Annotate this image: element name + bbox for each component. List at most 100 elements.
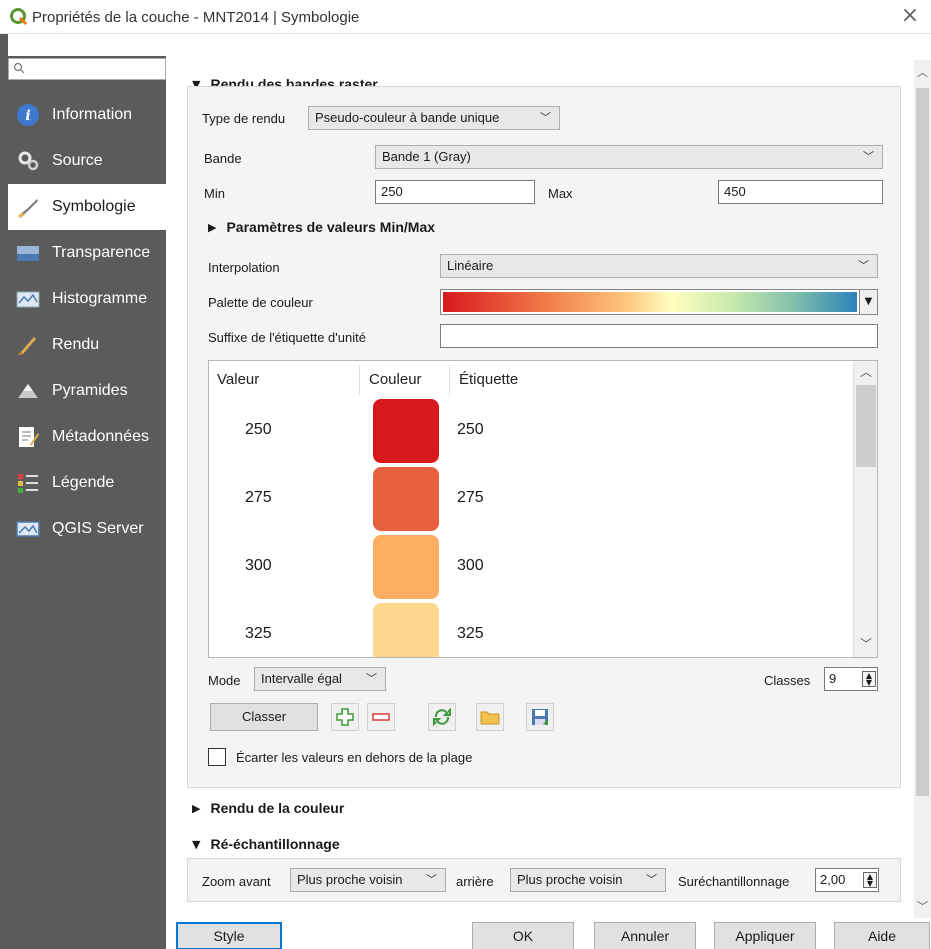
render-type-select[interactable]: Pseudo-couleur à bande unique ﹀	[308, 106, 560, 130]
invert-colors-button[interactable]	[428, 703, 456, 731]
sidebar-item-rendu[interactable]: Rendu	[8, 322, 166, 368]
style-button[interactable]: Style	[176, 922, 282, 949]
cell-color-swatch[interactable]	[373, 467, 439, 531]
source-icon	[18, 151, 39, 171]
cell-value[interactable]: 325	[245, 625, 272, 643]
sidebar-item-information[interactable]: i Information	[8, 92, 166, 138]
section-resampling-header[interactable]: ▼ Ré-échantillonnage	[192, 836, 340, 852]
expand-triangle-icon: ▶	[192, 801, 201, 815]
band-select[interactable]: Bande 1 (Gray) ﹀	[375, 145, 883, 169]
sidebar-item-symbologie[interactable]: Symbologie	[8, 184, 166, 230]
sidebar-item-metadonnees[interactable]: Métadonnées	[8, 414, 166, 460]
refresh-arrows-icon	[433, 708, 451, 726]
mode-select[interactable]: Intervalle égal ﹀	[254, 667, 386, 691]
cell-color-swatch[interactable]	[373, 603, 439, 657]
apply-button[interactable]: Appliquer	[714, 922, 816, 949]
scroll-up-icon[interactable]: ︿	[914, 64, 931, 80]
sidebar-item-label: Pyramides	[52, 382, 128, 399]
dropdown-arrow-icon[interactable]: ▼	[859, 290, 877, 314]
add-class-button[interactable]	[331, 703, 359, 731]
cancel-button[interactable]: Annuler	[594, 922, 696, 949]
close-icon[interactable]: ×	[897, 4, 923, 30]
chevron-down-icon: ﹀	[863, 150, 874, 163]
column-header-value[interactable]: Valeur	[217, 371, 259, 388]
chevron-down-icon: ﹀	[366, 672, 377, 685]
cell-color-swatch[interactable]	[373, 399, 439, 463]
interpolation-select[interactable]: Linéaire ﹀	[440, 254, 878, 278]
cell-value[interactable]: 250	[245, 421, 272, 439]
cell-label[interactable]: 250	[457, 421, 484, 439]
section-color-rendering-header[interactable]: ▶ Rendu de la couleur	[192, 800, 344, 816]
section-title: Ré-échantillonnage	[210, 836, 340, 852]
column-divider	[449, 365, 450, 395]
column-header-label[interactable]: Étiquette	[459, 371, 518, 388]
classes-label: Classes	[764, 673, 811, 688]
sidebar-item-label: Information	[52, 106, 133, 123]
save-colormap-button[interactable]	[526, 703, 554, 731]
cell-label[interactable]: 325	[457, 625, 484, 643]
properties-scrollbar[interactable]: ︿ ﹀	[914, 60, 931, 918]
load-colormap-button[interactable]	[476, 703, 504, 731]
cell-color-swatch[interactable]	[373, 535, 439, 599]
sidebar-item-label: Légende	[52, 474, 115, 491]
min-input[interactable]: 250	[375, 180, 535, 204]
sidebar-item-label: Transparence	[52, 244, 151, 261]
svg-text:i: i	[25, 108, 30, 124]
spin-arrows-icon[interactable]: ▲ ▼	[862, 671, 876, 687]
table-row[interactable]: 300 300	[209, 535, 853, 603]
minmax-params-header[interactable]: ▶ Paramètres de valeurs Min/Max	[208, 219, 435, 235]
table-row[interactable]: 325 325	[209, 603, 853, 657]
mode-label: Mode	[208, 673, 241, 688]
band-value: Bande 1 (Gray)	[382, 149, 471, 164]
scrollbar-thumb[interactable]	[856, 385, 876, 467]
cell-value[interactable]: 300	[245, 557, 272, 575]
max-input[interactable]: 450	[718, 180, 883, 204]
render-icon	[18, 337, 36, 355]
section-title: Paramètres de valeurs Min/Max	[226, 219, 436, 235]
column-header-color[interactable]: Couleur	[369, 371, 422, 388]
unit-suffix-input[interactable]	[440, 324, 878, 348]
expand-triangle-icon: ▶	[208, 220, 217, 234]
chevron-down-icon: ﹀	[858, 259, 869, 272]
oversampling-spinbox[interactable]: 2,00 ▲ ▼	[815, 868, 879, 892]
cell-label[interactable]: 275	[457, 489, 484, 507]
table-scrollbar[interactable]: ︿ ﹀	[853, 361, 877, 657]
oversampling-label: Suréchantillonnage	[678, 874, 790, 889]
transparency-icon	[17, 246, 39, 261]
table-row[interactable]: 275 275	[209, 467, 853, 535]
remove-class-button[interactable]	[367, 703, 395, 731]
cell-value[interactable]: 275	[245, 489, 272, 507]
sidebar-search-input[interactable]	[8, 58, 166, 80]
sidebar-item-label: Métadonnées	[52, 428, 149, 445]
clip-out-of-range-checkbox[interactable]	[208, 748, 226, 766]
column-divider	[359, 365, 360, 395]
zoom-in-resampling-select[interactable]: Plus proche voisin ﹀	[290, 868, 446, 892]
scroll-down-icon[interactable]: ﹀	[854, 635, 877, 655]
sidebar-item-histogramme[interactable]: Histogramme	[8, 276, 166, 322]
spin-arrows-icon[interactable]: ▲ ▼	[863, 872, 877, 888]
min-label: Min	[204, 186, 225, 201]
cell-label[interactable]: 300	[457, 557, 484, 575]
table-row[interactable]: 250 250	[209, 399, 853, 467]
sidebar-item-transparence[interactable]: Transparence	[8, 230, 166, 276]
zoom-out-resampling-select[interactable]: Plus proche voisin ﹀	[510, 868, 666, 892]
sidebar-item-pyramides[interactable]: Pyramides	[8, 368, 166, 414]
classify-button[interactable]: Classer	[210, 703, 318, 731]
histogram-icon	[16, 291, 40, 308]
ok-button[interactable]: OK	[472, 922, 574, 949]
section-title: Rendu de la couleur	[210, 800, 345, 816]
classes-spinbox[interactable]: 9 ▲ ▼	[824, 667, 878, 691]
help-button[interactable]: Aide	[834, 922, 930, 949]
scrollbar-thumb[interactable]	[916, 88, 929, 796]
qgis-logo-icon	[10, 8, 28, 26]
interpolation-value: Linéaire	[447, 258, 494, 273]
remove-icon	[372, 713, 390, 721]
color-ramp-button[interactable]: ▼	[440, 289, 878, 315]
scroll-up-icon[interactable]: ︿	[854, 363, 877, 383]
palette-label: Palette de couleur	[208, 295, 313, 310]
sidebar-item-source[interactable]: Source	[8, 138, 166, 184]
sidebar-item-qgis-server[interactable]: QGIS Server	[8, 506, 166, 552]
scroll-down-icon[interactable]: ﹀	[914, 898, 931, 914]
clip-out-of-range-label: Écarter les valeurs en dehors de la plag…	[236, 750, 473, 765]
sidebar-item-legende[interactable]: Légende	[8, 460, 166, 506]
